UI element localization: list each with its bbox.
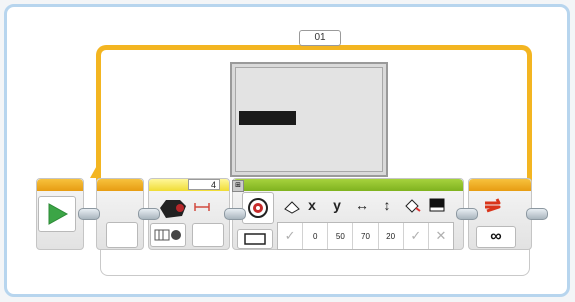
param-y-value[interactable]: 50 <box>328 223 354 249</box>
loop-entry-cap <box>97 179 143 191</box>
port-start-out <box>78 208 100 220</box>
loop-exit-cap <box>469 179 531 191</box>
display-preview-inner <box>235 67 383 172</box>
screen-toggle-icon[interactable]: ⊞ <box>232 180 244 192</box>
height-param-header: ↕ <box>383 197 391 213</box>
start-play-button[interactable] <box>38 196 76 232</box>
loop-tail <box>90 160 100 178</box>
param-fill-value[interactable]: ✓ <box>404 223 429 249</box>
display-preview-screen[interactable] <box>230 62 388 177</box>
display-shape-button[interactable] <box>237 229 273 249</box>
motor-port-selector[interactable] <box>150 223 186 247</box>
color-swatch-icon <box>425 196 449 214</box>
play-triangle-icon <box>48 203 69 225</box>
param-x-value[interactable]: 0 <box>303 223 329 249</box>
distance-icon <box>193 200 211 219</box>
param-height-value[interactable]: 20 <box>379 223 404 249</box>
sequence-wire-bottom <box>100 246 530 276</box>
motor-power-field[interactable]: 4 <box>188 179 220 190</box>
param-cell-0[interactable]: ✓ <box>278 223 304 249</box>
loop-entry-slot <box>106 222 138 248</box>
port-loop-in <box>138 208 160 220</box>
fill-icon <box>400 196 424 214</box>
loop-arrows-icon <box>480 194 506 221</box>
y-param-header: y <box>333 197 341 213</box>
motor-mode-slot[interactable] <box>192 223 224 247</box>
loop-name-label[interactable]: 01 <box>299 30 341 46</box>
param-color-value[interactable]: ✕ <box>429 223 453 249</box>
width-param-header: ↔ <box>355 197 369 213</box>
display-mode-selector[interactable] <box>242 192 274 224</box>
display-param-strip: ✓ 0 50 70 20 ✓ ✕ <box>277 222 454 250</box>
mode-toggle-icon <box>248 198 268 218</box>
drawn-rectangle <box>239 111 296 125</box>
display-block-cap <box>233 179 463 191</box>
port-motor-out <box>224 208 246 220</box>
loop-count-mode[interactable]: ∞ <box>476 226 516 248</box>
motor-icon <box>158 196 188 225</box>
start-block-cap <box>37 179 83 191</box>
param-width-value[interactable]: 70 <box>353 223 379 249</box>
rotation-wheel-icon <box>154 229 181 241</box>
port-loop-out <box>526 208 548 220</box>
port-display-out <box>456 208 478 220</box>
x-param-header: x <box>308 197 316 213</box>
